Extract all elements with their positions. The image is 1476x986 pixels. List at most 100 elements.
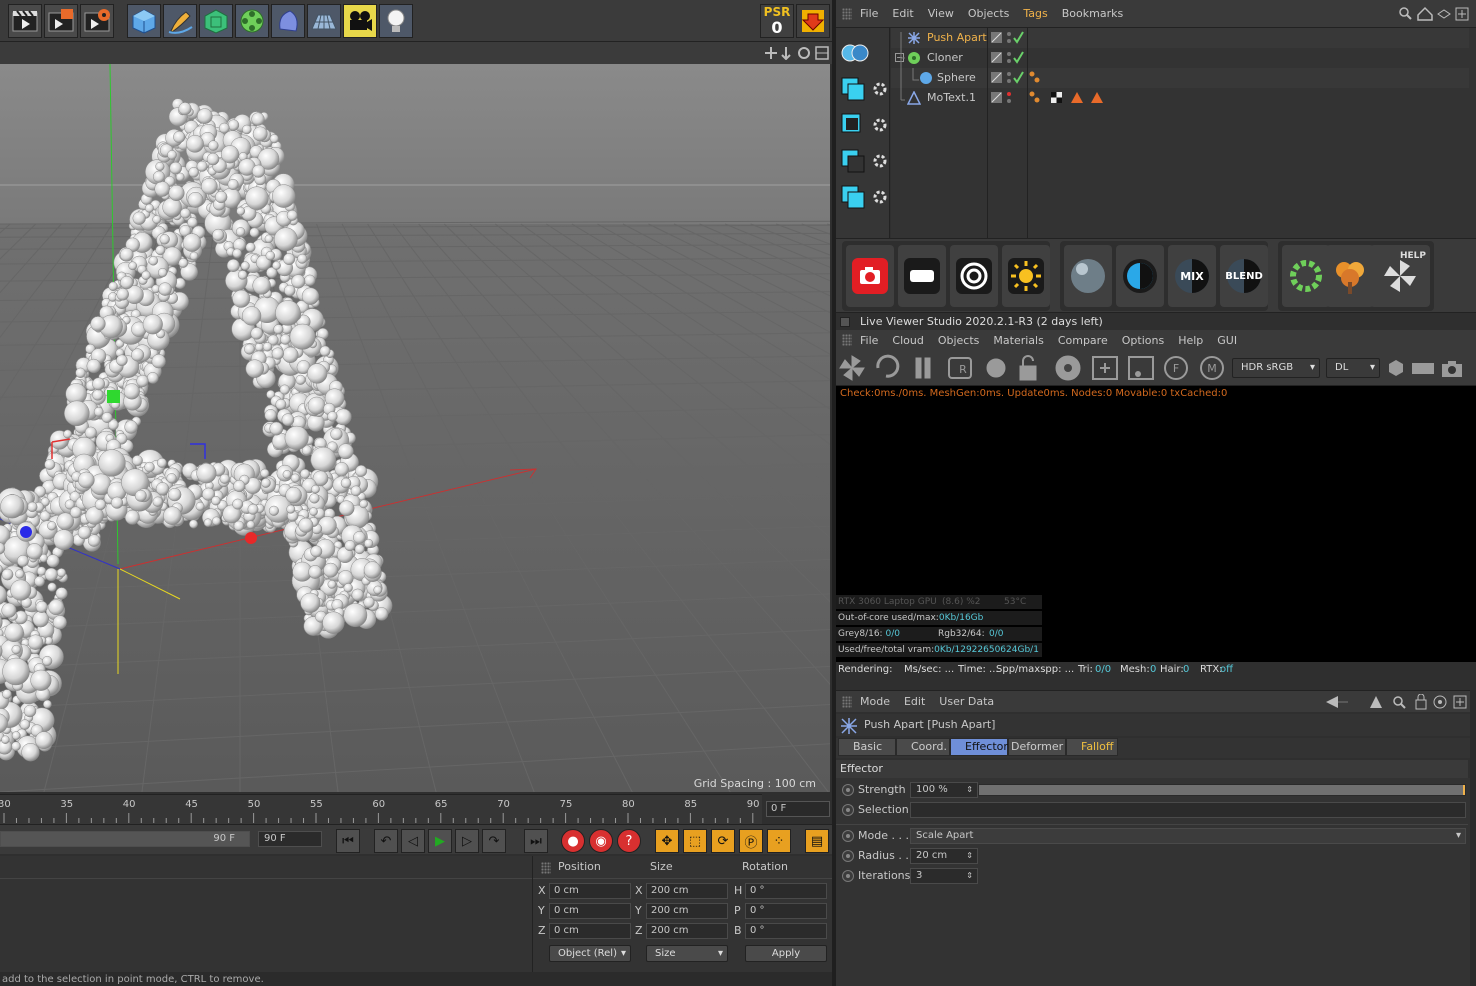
layer-tool-4-icon[interactable] xyxy=(840,184,888,210)
record-key-icon[interactable]: ● xyxy=(561,829,585,853)
tab-effector[interactable]: Effector xyxy=(950,738,1008,756)
lv-menu-compare[interactable]: Compare xyxy=(1058,334,1108,347)
layer-tool-2-icon[interactable] xyxy=(840,112,888,138)
color-space-dropdown[interactable]: HDR sRGB ▾ xyxy=(1232,358,1320,378)
iterations-field[interactable]: 3 ⇕ xyxy=(910,868,978,884)
selection-animate-icon[interactable] xyxy=(842,804,854,816)
play-icon[interactable]: ▶ xyxy=(428,829,452,853)
psr-indicator[interactable]: PSR 0 xyxy=(760,4,794,38)
octane-targetlight-icon[interactable] xyxy=(950,245,998,307)
key-scale-icon[interactable]: ⬚ xyxy=(683,829,707,853)
download-icon[interactable] xyxy=(796,4,830,38)
mode-animate-icon[interactable] xyxy=(842,830,854,842)
iterations-animate-icon[interactable] xyxy=(842,870,854,882)
tab-basic[interactable]: Basic xyxy=(838,738,896,756)
goto-start-icon[interactable]: ⏮ xyxy=(336,829,360,853)
camera-icon[interactable] xyxy=(343,4,377,38)
pen-icon[interactable] xyxy=(163,4,197,38)
scatter-icon[interactable] xyxy=(1282,245,1330,307)
rotation-b-field[interactable]: 0 ° xyxy=(745,923,827,939)
render-settings-icon[interactable] xyxy=(80,4,114,38)
lv-menu-cloud[interactable]: Cloud xyxy=(892,334,923,347)
octane-camera-icon[interactable] xyxy=(846,245,894,307)
strength-slider[interactable] xyxy=(978,784,1466,796)
mode-dropdown[interactable]: Scale Apart ▾ xyxy=(910,828,1466,844)
viewport-nav-icons[interactable] xyxy=(764,46,830,60)
lv-menu-options[interactable]: Options xyxy=(1122,334,1164,347)
contrast-icon[interactable] xyxy=(1116,245,1164,307)
key-position-icon[interactable]: ✥ xyxy=(655,829,679,853)
autokey-icon[interactable]: ◉ xyxy=(589,829,613,853)
key-rotation-icon[interactable]: ⟳ xyxy=(711,829,735,853)
tab-falloff[interactable]: Falloff xyxy=(1066,738,1118,756)
next-frame-icon[interactable]: ▷ xyxy=(455,829,479,853)
size-z-field[interactable]: 200 cm xyxy=(646,923,728,939)
keyframe-selection-icon[interactable]: ? xyxy=(617,829,641,853)
boole-icon[interactable] xyxy=(840,42,870,64)
rotation-h-field[interactable]: 0 ° xyxy=(745,883,827,899)
blend-material-icon[interactable]: BLEND xyxy=(1220,245,1268,307)
tree-icon[interactable] xyxy=(1326,245,1374,307)
coordinate-mode-dropdown[interactable]: Object (Rel) ▾ xyxy=(549,945,631,962)
octane-arealight-icon[interactable] xyxy=(898,245,946,307)
lv-menu-help[interactable]: Help xyxy=(1178,334,1203,347)
render-picture-viewer-icon[interactable] xyxy=(44,4,78,38)
cloner-icon[interactable] xyxy=(235,4,269,38)
subdivision-icon[interactable] xyxy=(199,4,233,38)
prev-key-icon[interactable]: ↶ xyxy=(374,829,398,853)
key-pla-icon[interactable]: ⁘ xyxy=(767,829,791,853)
size-y-field[interactable]: 200 cm xyxy=(646,903,728,919)
position-x-field[interactable]: 0 cm xyxy=(549,883,631,899)
end-frame-field[interactable]: 90 F xyxy=(258,831,322,847)
attribute-scrollbar[interactable] xyxy=(1470,690,1476,986)
timeline-options-icon[interactable]: ▤ xyxy=(805,829,829,853)
render-view-icon[interactable] xyxy=(8,4,42,38)
menu-tags[interactable]: Tags xyxy=(1023,7,1047,20)
material-sphere-icon[interactable] xyxy=(1064,245,1112,307)
menu-edit[interactable]: Edit xyxy=(892,7,913,20)
next-key-icon[interactable]: ↷ xyxy=(482,829,506,853)
3d-viewport[interactable]: Grid Spacing : 100 cm xyxy=(0,64,830,792)
live-viewer-render-area[interactable]: Check:0ms./0ms. MeshGen:0ms. Update0ms. … xyxy=(836,386,1476,662)
object-flags-and-tags[interactable] xyxy=(987,28,1187,112)
attr-menu-mode[interactable]: Mode xyxy=(860,695,890,708)
lv-menu-gui[interactable]: GUI xyxy=(1217,334,1237,347)
tab-deformer[interactable]: Deformer xyxy=(1008,738,1066,756)
menu-file[interactable]: File xyxy=(860,7,878,20)
rotation-p-field[interactable]: 0 ° xyxy=(745,903,827,919)
key-parameter-icon[interactable]: Ⓟ xyxy=(739,829,763,853)
tab-coord[interactable]: Coord. xyxy=(896,738,950,756)
x-axis-handle[interactable] xyxy=(245,532,257,544)
lv-menu-objects[interactable]: Objects xyxy=(938,334,980,347)
light-icon[interactable] xyxy=(379,4,413,38)
attribute-nav-icons[interactable] xyxy=(1324,694,1472,710)
radius-animate-icon[interactable] xyxy=(842,850,854,862)
goto-end-icon[interactable]: ⏭ xyxy=(524,829,548,853)
y-axis-handle[interactable] xyxy=(107,390,120,403)
size-mode-dropdown[interactable]: Size ▾ xyxy=(646,945,728,962)
deformer-icon[interactable] xyxy=(271,4,305,38)
strength-animate-icon[interactable] xyxy=(842,784,854,796)
octane-help-icon[interactable]: HELP xyxy=(1370,245,1430,307)
live-viewer-extra-icons[interactable] xyxy=(1386,358,1474,378)
preview-range-slider[interactable]: 90 F xyxy=(0,831,250,847)
lv-menu-materials[interactable]: Materials xyxy=(993,334,1043,347)
apply-button[interactable]: Apply xyxy=(745,945,827,962)
octane-daylight-icon[interactable] xyxy=(1002,245,1050,307)
size-x-field[interactable]: 200 cm xyxy=(646,883,728,899)
floor-icon[interactable] xyxy=(307,4,341,38)
attr-menu-edit[interactable]: Edit xyxy=(904,695,925,708)
current-frame-field[interactable]: 0 F xyxy=(766,801,830,817)
z-axis-handle[interactable] xyxy=(20,526,32,538)
timeline-ruler[interactable]: 30 35 40 45 50 55 60 65 70 75 80 85 90 xyxy=(0,794,762,824)
object-manager-header-icons[interactable] xyxy=(1398,6,1474,22)
radius-field[interactable]: 20 cm ⇕ xyxy=(910,848,978,864)
position-y-field[interactable]: 0 cm xyxy=(549,903,631,919)
render-mode-dropdown[interactable]: DL ▾ xyxy=(1326,358,1380,378)
live-viewer-tool-icons[interactable]: R F M xyxy=(838,354,1228,382)
layer-tool-1-icon[interactable] xyxy=(840,76,888,102)
attr-menu-user-data[interactable]: User Data xyxy=(939,695,994,708)
layer-tool-3-icon[interactable] xyxy=(840,148,888,174)
prev-frame-icon[interactable]: ◁ xyxy=(401,829,425,853)
menu-objects[interactable]: Objects xyxy=(968,7,1010,20)
